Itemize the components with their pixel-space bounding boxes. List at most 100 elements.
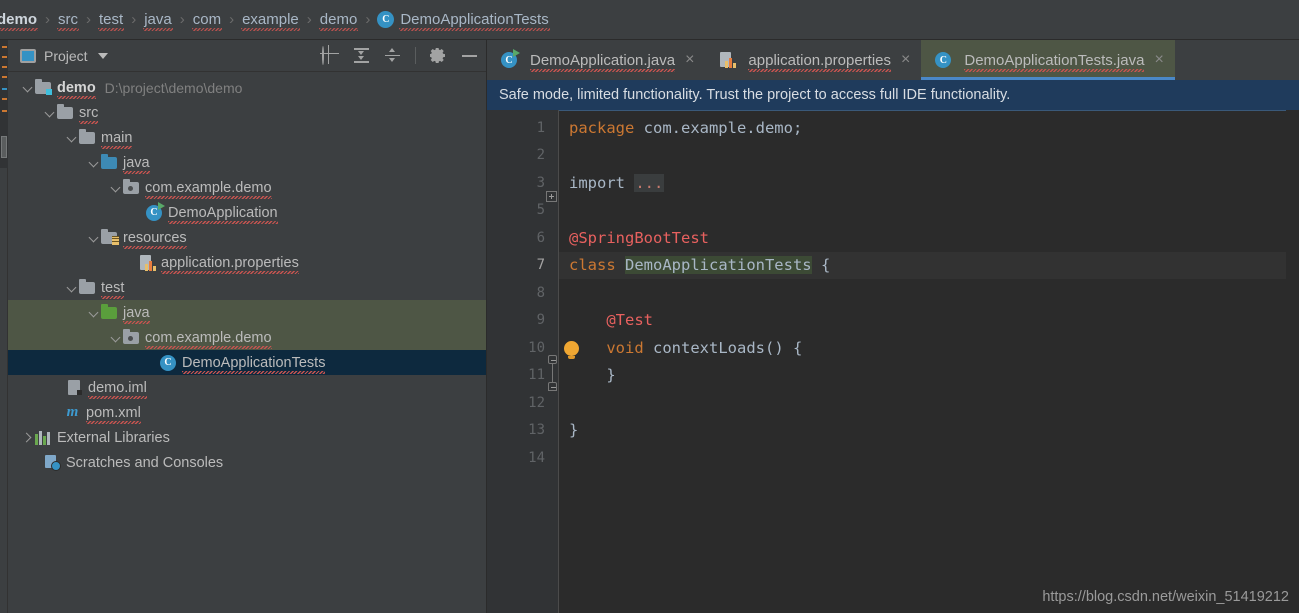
intention-bulb-icon[interactable] [564, 341, 579, 359]
tree-item-demoapplicationtests[interactable]: C DemoApplicationTests [8, 350, 486, 375]
strip-marker [2, 98, 7, 100]
close-icon[interactable]: × [901, 52, 910, 68]
tree-item-demo[interactable]: demo D:\project\demo\demo [8, 75, 486, 100]
strip-marker [2, 76, 7, 78]
code-lines: 1 package com.example.demo; 2 3 import .… [487, 114, 1299, 613]
safe-mode-banner[interactable]: Safe mode, limited functionality. Trust … [487, 80, 1299, 110]
tab-application-properties[interactable]: application.properties × [705, 40, 921, 80]
minimize-icon[interactable] [461, 47, 478, 64]
line-number: 5 [536, 202, 545, 219]
tree-item-src[interactable]: src [8, 100, 486, 125]
code-token: package [569, 118, 644, 137]
watermark: https://blog.csdn.net/weixin_51419212 [1042, 589, 1289, 605]
tree-item-external-libraries[interactable]: External Libraries [8, 425, 486, 450]
tree-item-resources[interactable]: resources [8, 225, 486, 250]
resources-folder-icon [101, 229, 119, 245]
chevron-down-icon[interactable] [88, 231, 101, 244]
folder-icon [57, 104, 74, 120]
tree-item-label: demo [57, 79, 96, 99]
libraries-icon [35, 430, 52, 445]
tree-item-label: External Libraries [57, 429, 170, 446]
code-token: import [569, 173, 635, 192]
breadcrumb-item-src[interactable]: src [57, 11, 80, 31]
tree-item-main[interactable]: main [8, 125, 486, 150]
strip-marker [2, 66, 7, 68]
breadcrumb-item-test[interactable]: test [98, 11, 125, 31]
tree-item-main-package[interactable]: com.example.demo [8, 175, 486, 200]
left-tool-strip-buttons[interactable] [0, 40, 8, 168]
code-text: } [569, 366, 616, 385]
code-token: contextLoads [653, 338, 765, 357]
chevron-down-icon[interactable] [66, 131, 79, 144]
breadcrumb-separator: › [86, 11, 92, 28]
tree-item-test[interactable]: test [8, 275, 486, 300]
tree-item-main-java[interactable]: java [8, 150, 486, 175]
line-number: 11 [528, 367, 545, 384]
editor-area: C DemoApplication.java × application.pro… [487, 40, 1299, 613]
tree-item-demoapplication[interactable]: C DemoApplication [8, 200, 486, 225]
chevron-down-icon[interactable] [97, 52, 108, 59]
code-editor[interactable]: 1 package com.example.demo; 2 3 import .… [487, 110, 1299, 613]
breadcrumb-items: demo › src › test › java › com › example… [0, 11, 551, 31]
breadcrumb-item-java[interactable]: java [143, 11, 173, 31]
chevron-down-icon[interactable] [88, 156, 101, 169]
code-line: 6 @SpringBootTest [487, 224, 1299, 252]
gear-icon[interactable] [430, 47, 447, 64]
code-line: 3 import ... [487, 169, 1299, 202]
tree-item-label: DemoApplication [168, 204, 278, 224]
code-line: 12 [487, 389, 1299, 417]
close-icon[interactable]: × [1154, 52, 1163, 68]
editor-scrollbar[interactable] [1286, 110, 1299, 613]
collapse-all-icon[interactable] [384, 47, 401, 64]
code-text: class DemoApplicationTests { [569, 256, 831, 275]
tree-item-label: main [101, 129, 133, 149]
chevron-right-icon[interactable] [22, 431, 35, 444]
line-number: 13 [528, 422, 545, 439]
code-text: @Test [569, 311, 653, 329]
project-tree[interactable]: demo D:\project\demo\demo src main java [8, 72, 486, 613]
close-icon[interactable]: × [685, 52, 694, 68]
tree-item-label: java [123, 304, 150, 324]
tree-item-label: java [123, 154, 150, 174]
chevron-down-icon[interactable] [66, 281, 79, 294]
tree-item-pom-xml[interactable]: m pom.xml [8, 400, 486, 425]
expand-all-icon[interactable] [353, 47, 370, 64]
breadcrumb-item-com[interactable]: com [191, 11, 223, 31]
tab-demoapplicationtests-java[interactable]: C DemoApplicationTests.java × [921, 40, 1176, 80]
strip-marker [2, 110, 7, 112]
chevron-down-icon[interactable] [88, 306, 101, 319]
safe-mode-banner-text: Safe mode, limited functionality. Trust … [499, 87, 1011, 103]
tree-item-test-java[interactable]: java [8, 300, 486, 325]
breadcrumb-item-demo-pkg[interactable]: demo [318, 11, 359, 31]
tree-item-application-properties[interactable]: application.properties [8, 250, 486, 275]
tree-item-demo-iml[interactable]: demo.iml [8, 375, 486, 400]
tree-item-label: pom.xml [86, 404, 141, 424]
breadcrumb-item-example[interactable]: example [241, 11, 300, 31]
chevron-down-icon[interactable] [110, 181, 123, 194]
folded-imports[interactable]: ... [634, 173, 665, 192]
tab-demoapplication-java[interactable]: C DemoApplication.java × [487, 40, 705, 80]
chevron-down-icon[interactable] [110, 331, 123, 344]
test-source-folder-icon [101, 304, 118, 320]
breadcrumb-separator: › [179, 11, 185, 28]
line-number: 6 [536, 229, 545, 246]
chevron-down-icon[interactable] [44, 106, 57, 119]
line-number: 1 [536, 119, 545, 136]
tree-item-test-package[interactable]: com.example.demo [8, 325, 486, 350]
line-number: 12 [528, 394, 545, 411]
left-tool-strip[interactable] [0, 40, 8, 613]
properties-file-icon [139, 254, 156, 271]
breadcrumb-item-demo[interactable]: demo [0, 11, 39, 31]
chevron-down-icon[interactable] [22, 81, 35, 94]
locate-in-tree-icon[interactable] [322, 46, 339, 65]
breadcrumb-item-class[interactable]: DemoApplicationTests [399, 11, 551, 31]
line-number: 7 [536, 257, 545, 274]
code-text: package com.example.demo; [569, 119, 802, 137]
code-token: { [811, 256, 831, 275]
strip-tool-button[interactable] [1, 136, 7, 158]
tab-label: DemoApplication.java [530, 51, 676, 72]
tree-item-label: DemoApplicationTests [182, 354, 326, 374]
code-token: } [569, 366, 616, 385]
tree-item-scratches-and-consoles[interactable]: Scratches and Consoles [8, 450, 486, 475]
fold-region-line [552, 375, 553, 383]
